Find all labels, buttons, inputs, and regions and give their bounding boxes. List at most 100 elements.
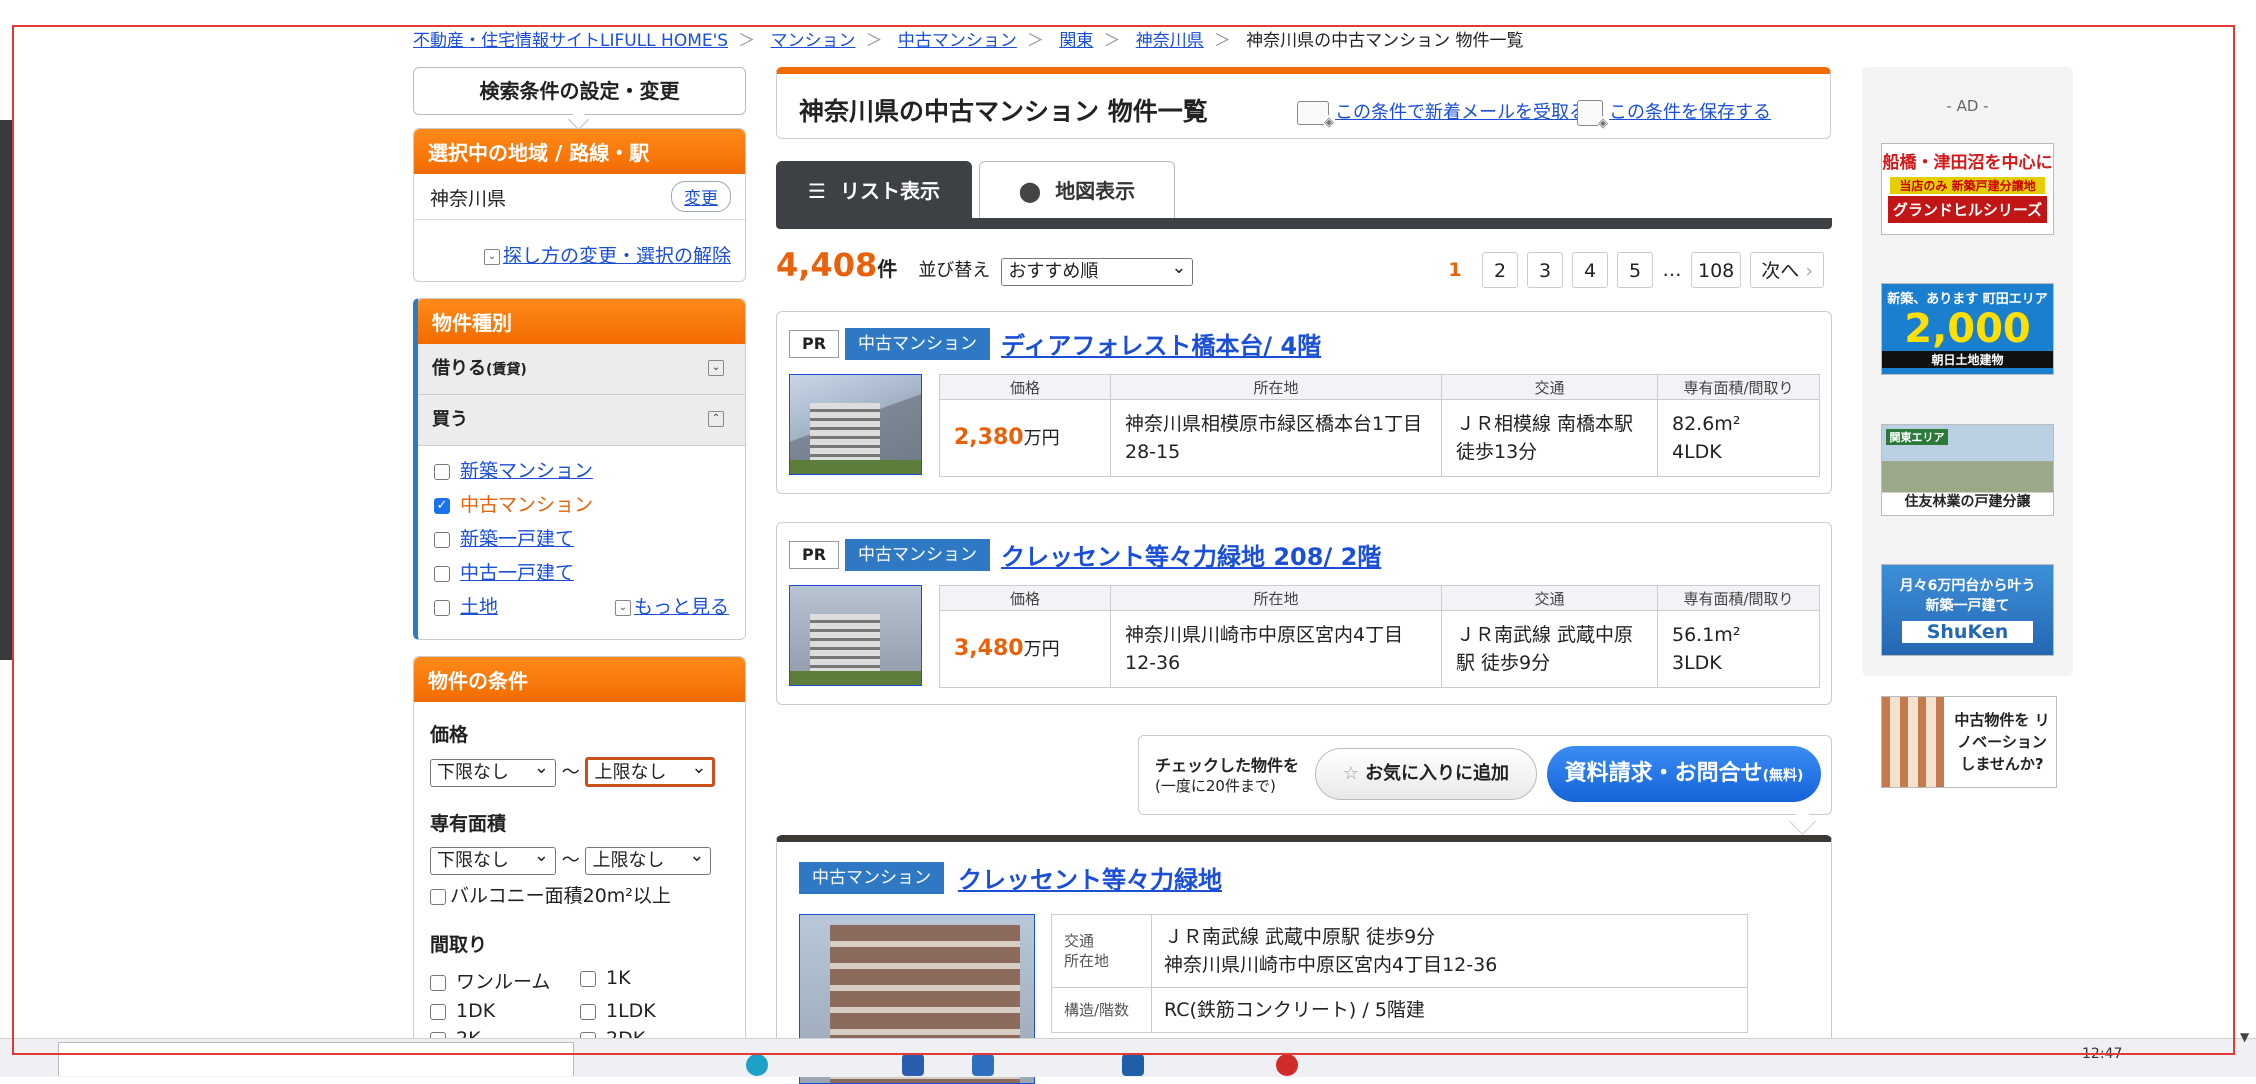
layout-option[interactable]: 1DK bbox=[430, 1000, 580, 1022]
listing-card: PR 中古マンション クレッセント等々力緑地 208/ 2階 価格 所在地 交通… bbox=[776, 522, 1832, 705]
area-min-select[interactable]: 下限なし bbox=[430, 844, 556, 875]
type-option-new-mansion[interactable]: 新築マンション bbox=[418, 454, 745, 488]
type-option-land[interactable]: 土地 ⌄ もっと見る bbox=[418, 590, 745, 624]
page-ellipsis: … bbox=[1662, 252, 1682, 288]
taskbar-search[interactable] bbox=[58, 1042, 574, 1076]
breadcrumb-item-kanagawa[interactable]: 神奈川県 bbox=[1136, 31, 1204, 51]
range-separator: ～ bbox=[561, 850, 580, 871]
listing-title-link[interactable]: ディアフォレスト橋本台/ 4階 bbox=[1001, 326, 1321, 361]
listing-thumbnail[interactable] bbox=[789, 585, 922, 686]
expand-icon: ⌄ bbox=[483, 248, 500, 265]
browser-icon[interactable] bbox=[746, 1054, 768, 1076]
sort-label: 並び替え bbox=[918, 260, 991, 281]
mail-icon bbox=[1297, 101, 1334, 130]
divider bbox=[414, 219, 745, 220]
region-panel: 選択中の地域 / 路線・駅 神奈川県 変更 ⌄ 探し方の変更・選択の解除 bbox=[413, 128, 746, 282]
chevron-up-icon: ⌃ bbox=[708, 411, 724, 427]
checkbox[interactable] bbox=[434, 531, 450, 548]
ad-banner[interactable]: 月々6万円台から叶う 新築一戸建て ShuKen bbox=[1881, 564, 2054, 656]
ad-banner[interactable]: 新築、あります 町田エリア 2,000 朝日土地建物 bbox=[1881, 283, 2054, 375]
page-link-last[interactable]: 108 bbox=[1691, 252, 1742, 288]
checkbox[interactable] bbox=[434, 565, 450, 582]
bulk-action-label: チェックした物件を (一度に20件まで) bbox=[1155, 756, 1300, 795]
checkbox-checked[interactable]: ✓ bbox=[434, 497, 450, 514]
page-link[interactable]: 5 bbox=[1617, 252, 1653, 288]
property-type-panel: 物件種別 借りる(賃貸) ⌄ 買う ⌃ 新築マンション ✓ 中古マンション 新築一… bbox=[413, 298, 746, 640]
rent-toggle[interactable]: 借りる(賃貸) ⌄ bbox=[418, 344, 745, 395]
search-method-link[interactable]: ⌄ 探し方の変更・選択の解除 bbox=[483, 241, 731, 268]
bulk-action-box: チェックした物件を (一度に20件まで) ☆ お気に入りに追加 資料請求・お問合せ(… bbox=[1138, 735, 1832, 815]
property-type-header: 物件種別 bbox=[418, 299, 745, 344]
ad-photo bbox=[1882, 697, 1944, 787]
page-link[interactable]: 2 bbox=[1482, 252, 1518, 288]
change-region-button[interactable]: 変更 bbox=[671, 181, 731, 212]
ad-banner[interactable]: 中古物件を リノベーション しませんか? bbox=[1881, 696, 2057, 788]
building-title-link[interactable]: クレッセント等々力緑地 bbox=[958, 860, 1222, 895]
list-icon: ☰ bbox=[808, 179, 826, 203]
tab-map-view[interactable]: ⬤ 地図表示 bbox=[979, 161, 1175, 219]
col-header-area: 専有面積/間取り bbox=[1657, 374, 1820, 400]
breadcrumb-item-mansion[interactable]: マンション bbox=[771, 31, 856, 51]
price-max-select[interactable]: 上限なし bbox=[585, 756, 716, 787]
page-link[interactable]: 4 bbox=[1572, 252, 1608, 288]
category-badge: 中古マンション bbox=[845, 328, 990, 360]
col-header-address: 所在地 bbox=[1110, 374, 1442, 400]
layout-option[interactable]: ワンルーム bbox=[430, 967, 580, 994]
listing-title-link[interactable]: クレッセント等々力緑地 208/ 2階 bbox=[1001, 537, 1381, 572]
page-link[interactable]: 3 bbox=[1527, 252, 1563, 288]
more-link[interactable]: ⌄ もっと見る bbox=[614, 590, 729, 624]
save-condition-link[interactable]: この条件を保存する bbox=[1577, 98, 1771, 131]
layout-option[interactable]: 1LDK bbox=[580, 1000, 730, 1022]
type-option-new-house[interactable]: 新築一戸建て bbox=[418, 522, 745, 556]
window-edge bbox=[0, 120, 12, 660]
layout-option[interactable]: 1K bbox=[580, 967, 730, 994]
structure-label: 構造/階数 bbox=[1051, 987, 1152, 1033]
app-icon[interactable] bbox=[1276, 1054, 1298, 1076]
listing-card: PR 中古マンション ディアフォレスト橋本台/ 4階 価格 所在地 交通 専有面… bbox=[776, 311, 1832, 494]
buy-toggle[interactable]: 買う ⌃ bbox=[418, 395, 745, 446]
next-page-button[interactable]: 次へ › bbox=[1750, 252, 1824, 288]
listing-thumbnail[interactable] bbox=[789, 374, 922, 475]
pr-badge: PR bbox=[789, 330, 839, 358]
selected-region: 神奈川県 bbox=[430, 188, 507, 210]
scroll-down-icon[interactable]: ▼ bbox=[2240, 1030, 2249, 1044]
checkbox[interactable] bbox=[430, 974, 446, 991]
app-icon[interactable] bbox=[1122, 1054, 1144, 1076]
price-cell: 3,480万円 bbox=[939, 610, 1111, 688]
price-label: 価格 bbox=[430, 724, 469, 746]
type-option-used-mansion[interactable]: ✓ 中古マンション bbox=[418, 488, 745, 522]
checkbox[interactable] bbox=[430, 888, 446, 905]
balcony-option[interactable]: バルコニー面積20m²以上 bbox=[414, 881, 745, 908]
price-min-select[interactable]: 下限なし bbox=[430, 756, 556, 787]
save-icon bbox=[1577, 100, 1608, 131]
add-favorite-button[interactable]: ☆ お気に入りに追加 bbox=[1315, 748, 1537, 800]
breadcrumb-item-used-mansion[interactable]: 中古マンション bbox=[898, 31, 1017, 51]
transit-address-label: 交通 所在地 bbox=[1051, 914, 1152, 988]
area-label: 専有面積 bbox=[430, 813, 507, 835]
checkbox[interactable] bbox=[434, 599, 450, 616]
app-icon[interactable] bbox=[902, 1054, 924, 1076]
checkbox[interactable] bbox=[434, 463, 450, 480]
building-table: 交通 所在地 ＪＲ南武線 武蔵中原駅 徒歩9分 神奈川県川崎市中原区宮内4丁目12-… bbox=[1051, 914, 1748, 1033]
checkbox[interactable] bbox=[430, 1003, 446, 1020]
breadcrumb-item-kanto[interactable]: 関東 bbox=[1059, 31, 1093, 51]
range-separator: ～ bbox=[561, 762, 580, 783]
breadcrumb-item-lifull[interactable]: 不動産・住宅情報サイトLIFULL HOME'S bbox=[413, 31, 728, 51]
ad-banner[interactable]: 関東エリア 住友林業の戸建分譲 bbox=[1881, 424, 2054, 516]
checkbox[interactable] bbox=[580, 970, 596, 987]
map-pin-icon: ⬤ bbox=[1018, 179, 1042, 203]
sort-select[interactable]: おすすめ順 bbox=[1001, 255, 1194, 286]
app-icon[interactable] bbox=[972, 1054, 994, 1076]
area-max-select[interactable]: 上限なし bbox=[585, 844, 712, 875]
taskbar-clock: 12:47 bbox=[2082, 1046, 2123, 1062]
checkbox[interactable] bbox=[580, 1003, 596, 1020]
new-mail-link[interactable]: この条件で新着メールを受取る bbox=[1297, 98, 1587, 130]
pr-badge: PR bbox=[789, 541, 839, 569]
inquiry-button[interactable]: 資料請求・お問合せ(無料) bbox=[1547, 746, 1821, 802]
conditions-panel: 物件の条件 価格 下限なし ～ 上限なし 専有面積 下限なし ～ 上限なし バル… bbox=[413, 656, 746, 1076]
ad-banner[interactable]: 船橋・津田沼を中心に 当店のみ 新築戸建分譲地 グランドヒルシリーズ bbox=[1881, 143, 2054, 235]
expand-icon: ⌄ bbox=[614, 599, 631, 616]
type-option-used-house[interactable]: 中古一戸建て bbox=[418, 556, 745, 590]
result-summary: 4,408件 並び替え おすすめ順 bbox=[776, 246, 1194, 286]
tab-list-view[interactable]: ☰ リスト表示 bbox=[776, 161, 972, 221]
